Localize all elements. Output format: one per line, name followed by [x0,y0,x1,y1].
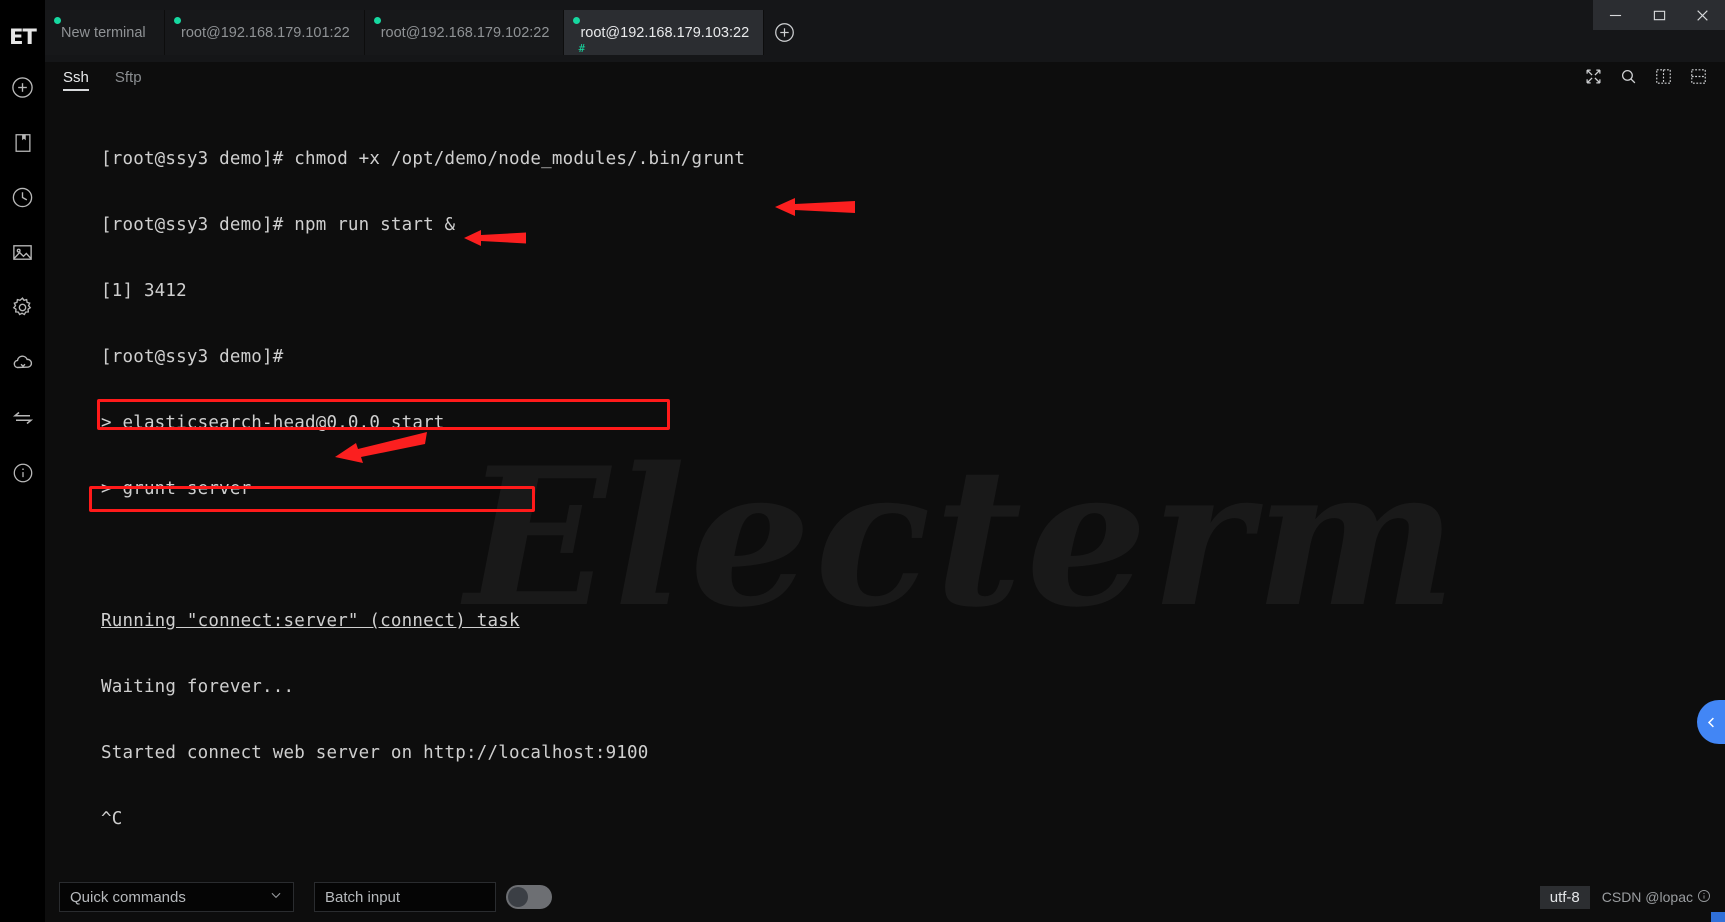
bookmark-icon[interactable] [0,115,45,170]
terminal-tab-101[interactable]: root@192.168.179.101:22 [165,10,365,55]
terminal-tab-new-terminal[interactable]: New terminal [45,10,165,55]
encoding-badge[interactable]: utf-8 [1539,885,1590,909]
csdn-watermark: CSDN @lopac [1602,889,1711,906]
window-controls [1593,0,1725,30]
terminal-panel[interactable]: Electerm [root@ssy3 demo]# chmod +x /opt… [45,96,1725,872]
tab-label: root@192.168.179.101:22 [181,24,350,41]
image-icon[interactable] [0,225,45,280]
tab-ssh[interactable]: Ssh [63,68,89,91]
terminal-tab-103[interactable]: root@192.168.179.103:22 # [564,10,765,55]
terminal-line-running-task: Running "connect:server" (connect) task [101,611,520,631]
maximize-icon[interactable] [1637,0,1681,30]
left-icon-rail: ET [0,0,45,922]
tab-shell-badge: # [578,42,586,55]
terminal-tab-102[interactable]: root@192.168.179.102:22 [364,10,565,55]
info-icon[interactable] [0,445,45,500]
tab-sftp[interactable]: Sftp [115,69,142,90]
tab-label: root@192.168.179.102:22 [380,24,550,41]
tab-ssh-label: Ssh [63,68,89,86]
transfer-icon[interactable] [0,390,45,445]
tab-sftp-label: Sftp [114,68,142,86]
gear-icon[interactable] [0,280,45,335]
terminal-line: [root@ssy3 demo]# npm run start & [101,215,456,235]
chevron-down-icon [269,888,283,906]
split-horizontal-icon[interactable] [1690,68,1707,90]
tab-status-dot [174,17,181,24]
fullscreen-icon[interactable] [1585,68,1602,90]
info-circle-icon [1697,889,1711,906]
minimize-icon[interactable] [1593,0,1637,30]
status-bar-right: utf-8 CSDN @lopac [1539,885,1711,909]
tab-status-dot [373,17,381,24]
tab-label: New terminal [61,24,146,41]
terminal-line: > grunt server [101,479,252,499]
terminal-line: Waiting forever... [101,677,295,697]
toggle-knob [508,887,528,907]
batch-input-placeholder: Batch input [325,888,401,906]
title-bar: New terminal root@192.168.179.101:22 roo… [45,0,1725,62]
cloud-sync-icon[interactable] [0,335,45,390]
quick-commands-label: Quick commands [70,888,186,906]
terminal-output[interactable]: [root@ssy3 demo]# chmod +x /opt/demo/nod… [45,96,1725,872]
terminal-toolbar-icons [1585,68,1707,90]
batch-input-group: Batch input [314,882,552,912]
protocol-toolbar: Ssh Sftp [45,62,1725,96]
close-icon[interactable] [1681,0,1725,30]
tab-status-dot [573,17,581,24]
main-area: New terminal root@192.168.179.101:22 roo… [45,0,1725,922]
app-logo-icon: ET [0,14,45,60]
terminal-line-started-server: Started connect web server on http://loc… [101,743,649,763]
tab-status-dot [54,17,61,24]
terminal-line: ^C [101,809,123,829]
terminal-line: > elasticsearch-head@0.0.0 start [101,413,445,433]
bottom-bar: Quick commands Batch input utf-8 CSDN @l… [45,872,1725,922]
quick-commands-dropdown[interactable]: Quick commands [59,882,294,912]
new-connection-icon[interactable] [0,60,45,115]
scrollbar-accent[interactable] [1711,912,1725,922]
electerm-window: ET New terminal root@192.168.179.101:22 … [0,0,1725,922]
search-icon[interactable] [1620,68,1637,90]
history-clock-icon[interactable] [0,170,45,225]
app-logo-text: ET [9,25,37,49]
terminal-line: [root@ssy3 demo]# [101,347,284,367]
split-vertical-icon[interactable] [1655,68,1672,90]
terminal-line: [1] 3412 [101,281,187,301]
tab-label: root@192.168.179.103:22 [580,24,750,41]
csdn-watermark-text: CSDN @lopac [1601,889,1693,905]
batch-input-toggle[interactable] [506,885,552,909]
batch-input-field[interactable]: Batch input [314,882,496,912]
tab-strip: New terminal root@192.168.179.101:22 roo… [45,0,1725,62]
new-tab-button[interactable] [764,10,804,55]
terminal-line: [root@ssy3 demo]# chmod +x /opt/demo/nod… [101,149,746,169]
